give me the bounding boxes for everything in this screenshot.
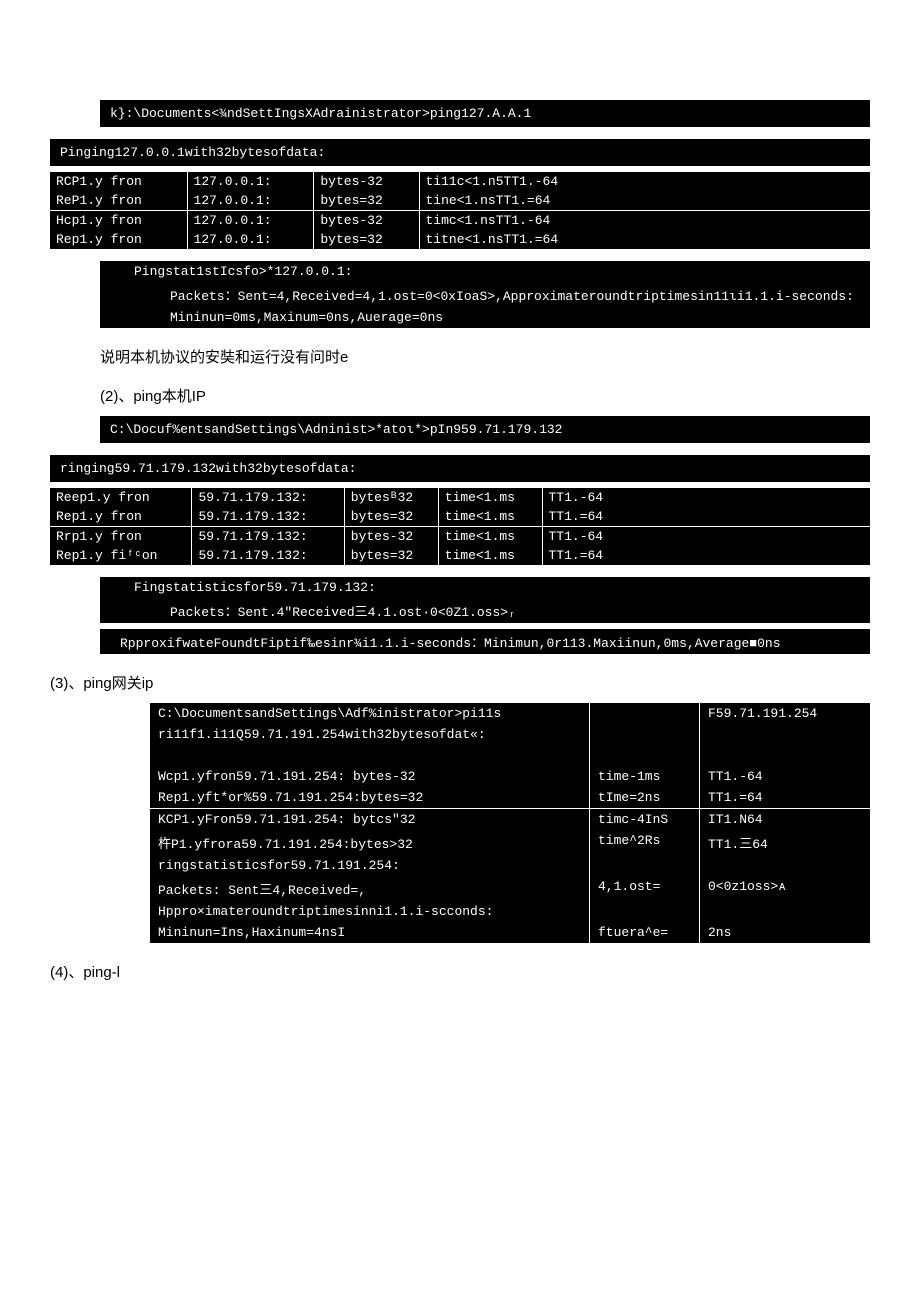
terminal-block-1-replies: RCP1.y fron127.0.0.1:bytes-32ti11c<1.n5T… bbox=[50, 172, 870, 249]
table-row: Rep1.y fron127.0.0.1:bytes=32titne<1.nsT… bbox=[50, 230, 870, 249]
ping-header: Pinging127.0.0.1with32bytesofdata: bbox=[50, 139, 870, 166]
table-row: ReP1.y fron127.0.0.1:bytes=32tine<1.nsTT… bbox=[50, 191, 870, 211]
stat-line: Mininun=0ms,Maxinum=0ns,Auerage=0ns bbox=[100, 307, 870, 328]
stat-line: ringstatisticsfor59.71.191.254: bbox=[150, 855, 590, 876]
table-row: KCP1.yFron59.71.191.254: bytcs"32timc-4I… bbox=[150, 808, 870, 830]
stat-val: 0<0z1oss>ᴀ bbox=[700, 876, 870, 901]
ping-header: ri11f1.i11Q59.71.191.254with32bytesofdat… bbox=[150, 724, 590, 745]
table-row: Rep1.y fron59.71.179.132:bytes=32time<1.… bbox=[50, 507, 870, 527]
stat-line: Packets: Sent三4,Received=, bbox=[150, 876, 590, 901]
stat-line: Packets：Sent.4"Received三4.1.ost·0<0Z1.os… bbox=[100, 598, 870, 623]
stat-line: Fingstatisticsfor59.71.179.132: bbox=[100, 577, 870, 598]
terminal-block-1: k}:\Documents<¾ndSettIngsXAdrainistrator… bbox=[100, 100, 870, 127]
cmd-line: C:\DocumentsandSettings\Adf%inistrator>p… bbox=[150, 703, 590, 724]
cmd-line: C:\Docuf%entsandSettings\Adninist>*atoι*… bbox=[100, 416, 870, 443]
table-row: Hcp1.y fron127.0.0.1:bytes-32timc<1.nsTT… bbox=[50, 211, 870, 231]
terminal-block-3: C:\DocumentsandSettings\Adf%inistrator>p… bbox=[150, 703, 870, 943]
stat-val: 2ns bbox=[700, 922, 870, 943]
table-row: Reep1.y fron59.71.179.132:bytesᴮ32time<1… bbox=[50, 488, 870, 507]
table-row: Rrp1.y fron59.71.179.132:bytes-32time<1.… bbox=[50, 527, 870, 547]
table-row: Wcp1.yfron59.71.191.254: bytes-32time-1m… bbox=[150, 766, 870, 787]
cmd-line: k}:\Documents<¾ndSettIngsXAdrainistrator… bbox=[100, 100, 870, 127]
table-row: Rep1.y fiᶠᶜon59.71.179.132:bytes=32time<… bbox=[50, 546, 870, 565]
stat-line: Hppro×imateroundtriptimesinni1.1.i-sccon… bbox=[150, 901, 590, 922]
table-row: Rep1.yft*or%59.71.191.254:bytes=32tIme=2… bbox=[150, 787, 870, 808]
reply-table: Reep1.y fron59.71.179.132:bytesᴮ32time<1… bbox=[50, 488, 870, 565]
stat-val: 4,1.ost= bbox=[590, 876, 700, 901]
cmd-row: C:\DocumentsandSettings\Adf%inistrator>p… bbox=[150, 703, 870, 724]
terminal-block-2-header: ringing59.71.179.132with32bytesofdata: bbox=[50, 455, 870, 482]
stat-line: Packets：Sent=4,Received=4,1.ost=0<0xIoaS… bbox=[100, 282, 870, 307]
stat-line: Mininun=Ins,Haxinum=4nsI bbox=[150, 922, 590, 943]
ping-header: ringing59.71.179.132with32bytesofdata: bbox=[50, 455, 870, 482]
section-heading-2: (2)、ping本机IP bbox=[100, 385, 870, 406]
reply-table: RCP1.y fron127.0.0.1:bytes-32ti11c<1.n5T… bbox=[50, 172, 870, 249]
terminal-block-2-stats2: RpproxifwateFoundtFiptif‰esinr¾i1.1.i-se… bbox=[100, 629, 870, 654]
cmd-arg: F59.71.191.254 bbox=[700, 703, 870, 724]
section-heading-3: (3)、ping网关ip bbox=[50, 672, 870, 693]
stat-line: RpproxifwateFoundtFiptif‰esinr¾i1.1.i-se… bbox=[100, 629, 870, 654]
terminal-block-2-stats: Fingstatisticsfor59.71.179.132: Packets：… bbox=[100, 577, 870, 623]
terminal-block-1-stats: Pingstat1stIcsfo>*127.0.0.1: Packets：Sen… bbox=[100, 261, 870, 328]
stat-line: Pingstat1stIcsfo>*127.0.0.1: bbox=[100, 261, 870, 282]
terminal-block-2-replies: Reep1.y fron59.71.179.132:bytesᴮ32time<1… bbox=[50, 488, 870, 565]
caption-1: 说明本机协议的安奘和运行没有问时e bbox=[100, 346, 870, 367]
section-heading-4: (4)、ping-l bbox=[50, 961, 870, 982]
terminal-block-1-header: Pinging127.0.0.1with32bytesofdata: bbox=[50, 139, 870, 166]
table-row: RCP1.y fron127.0.0.1:bytes-32ti11c<1.n5T… bbox=[50, 172, 870, 191]
terminal-block-2: C:\Docuf%entsandSettings\Adninist>*atoι*… bbox=[100, 416, 870, 443]
stat-val: ftuera^e= bbox=[590, 922, 700, 943]
table-row: 杵P1.yfrora59.71.191.254:bytes>32time^2Rs… bbox=[150, 830, 870, 855]
